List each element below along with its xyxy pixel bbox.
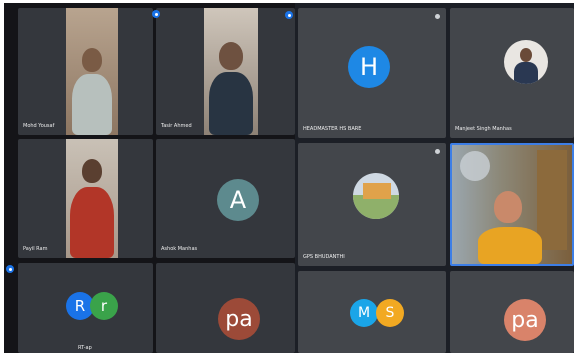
more-options-icon[interactable] bbox=[285, 11, 293, 19]
participant-tile-mohd-yousaf[interactable]: Mohd Yousaf bbox=[18, 8, 153, 135]
participant-video bbox=[66, 8, 118, 135]
participant-photo-avatar bbox=[353, 173, 399, 219]
participant-name: Tasir Ahmed bbox=[161, 123, 192, 129]
participant-avatar: H bbox=[348, 46, 390, 88]
participant-avatar: A bbox=[217, 179, 259, 221]
participant-name: RT-ap bbox=[78, 345, 92, 351]
participant-tile-pa-right[interactable]: pa bbox=[450, 271, 574, 353]
right-meeting-screen: H HEADMASTER HS BARE Manjeet Singh Manha… bbox=[295, 3, 574, 353]
participant-name: GPS BHUDANTHI bbox=[303, 254, 345, 260]
participant-name: Manjeet Singh Manhas bbox=[455, 126, 512, 132]
participant-avatar: r bbox=[90, 292, 118, 320]
participant-video bbox=[452, 145, 572, 264]
participant-name: Mohd Yousaf bbox=[23, 123, 55, 129]
participant-name: Ashok Manhas bbox=[161, 246, 198, 252]
participant-tile-ashok-manhas[interactable]: A Ashok Manhas bbox=[156, 139, 295, 258]
participant-avatar: S bbox=[376, 299, 404, 327]
participant-tile-ms[interactable]: M S bbox=[298, 271, 446, 353]
participant-tile-gps-bhudanthi[interactable]: GPS BHUDANTHI bbox=[298, 143, 446, 266]
more-options-icon[interactable] bbox=[6, 265, 14, 273]
participant-avatar: pa bbox=[504, 299, 546, 341]
pin-icon[interactable] bbox=[435, 149, 440, 154]
participant-tile-rt-ap[interactable]: R r RT-ap bbox=[18, 263, 153, 353]
participant-video bbox=[204, 8, 258, 135]
participant-tile-payil-ram[interactable]: Payil Ram bbox=[18, 139, 153, 258]
participant-tile-pa[interactable]: pa bbox=[156, 263, 295, 353]
more-options-icon[interactable] bbox=[152, 10, 160, 18]
participant-tile-manjeet-singh-manhas[interactable]: Manjeet Singh Manhas bbox=[450, 8, 574, 138]
participant-avatar: pa bbox=[218, 298, 260, 340]
participant-avatar: M bbox=[350, 299, 378, 327]
participant-tile-tasir-ahmed[interactable]: Tasir Ahmed bbox=[156, 8, 295, 135]
left-meeting-screen: Mohd Yousaf Tasir Ahmed Payil Ram A Asho… bbox=[4, 3, 295, 353]
participant-tile-headmaster[interactable]: H HEADMASTER HS BARE bbox=[298, 8, 446, 138]
participant-video bbox=[66, 139, 118, 258]
participant-photo-avatar bbox=[504, 40, 548, 84]
participant-name: HEADMASTER HS BARE bbox=[303, 126, 362, 132]
participant-name: Payil Ram bbox=[23, 246, 48, 252]
pin-icon[interactable] bbox=[435, 14, 440, 19]
participant-tile-video-speaker[interactable] bbox=[450, 143, 574, 266]
